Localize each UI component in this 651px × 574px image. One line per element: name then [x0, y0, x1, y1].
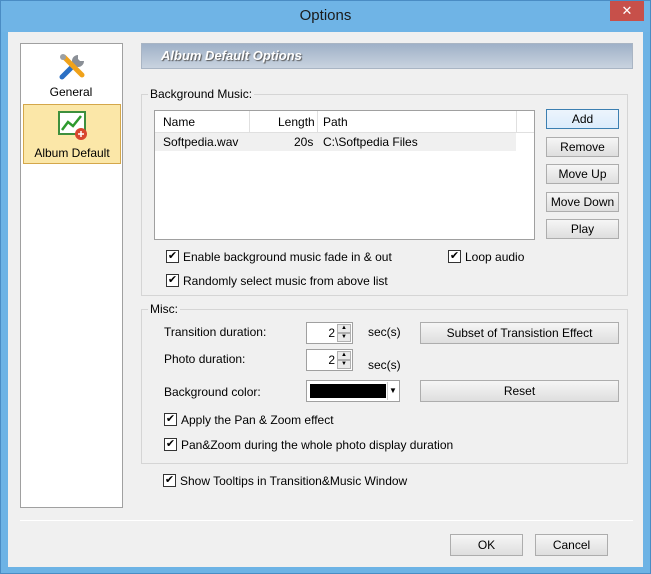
fade-checkbox[interactable]: ✔ Enable background music fade in & out [166, 249, 426, 265]
add-button[interactable]: Add [546, 109, 619, 129]
row-name: Softpedia.wav [163, 135, 239, 149]
column-path[interactable]: Path [323, 115, 348, 129]
stepper-value: 2 [328, 326, 335, 340]
checkbox-box[interactable]: ✔ [164, 438, 177, 451]
row-path: C:\Softpedia Files [323, 135, 418, 149]
background-color-picker[interactable]: ▼ [306, 380, 400, 402]
row-length: 20s [294, 135, 314, 149]
random-music-checkbox[interactable]: ✔ Randomly select music from above list [166, 273, 426, 289]
sidebar-item-label: General [49, 85, 93, 99]
checkbox-label: Apply the Pan & Zoom effect [181, 413, 334, 427]
subset-transition-effect-button[interactable]: Subset of Transistion Effect [420, 322, 619, 344]
spin-up-icon[interactable]: ▲ [337, 351, 351, 360]
spin-down-icon[interactable]: ▼ [337, 333, 351, 342]
sidebar-item-general[interactable]: General [23, 49, 121, 99]
loop-audio-checkbox[interactable]: ✔ Loop audio [448, 249, 538, 265]
close-button[interactable]: ✕ [610, 1, 644, 21]
checkbox-label: Pan&Zoom during the whole photo display … [181, 438, 454, 452]
color-swatch [310, 384, 386, 398]
show-tooltips-checkbox[interactable]: ✔ Show Tooltips in Transition&Music Wind… [163, 473, 463, 489]
pan-zoom-whole-checkbox[interactable]: ✔ Pan&Zoom during the whole photo displa… [164, 437, 464, 453]
pan-zoom-checkbox[interactable]: ✔ Apply the Pan & Zoom effect [164, 412, 424, 428]
column-length[interactable]: Length [278, 115, 315, 129]
photo-duration-stepper[interactable]: 2 ▲ ▼ [306, 349, 353, 371]
group-title: Misc: [148, 302, 180, 316]
move-down-button[interactable]: Move Down [546, 192, 619, 212]
category-sidebar: General Album Default [20, 43, 123, 508]
checkbox-label: Loop audio [465, 250, 525, 264]
checkbox-box[interactable]: ✔ [166, 274, 179, 287]
group-title: Background Music: [148, 87, 255, 101]
title-bar[interactable]: Options ✕ [1, 1, 650, 32]
chart-icon [58, 111, 87, 140]
transition-unit: sec(s) [368, 325, 401, 339]
checkbox-box[interactable]: ✔ [164, 413, 177, 426]
background-color-label: Background color: [164, 385, 261, 399]
checkbox-label: Show Tooltips in Transition&Music Window [180, 474, 408, 488]
stepper-value: 2 [328, 353, 335, 367]
checkbox-box[interactable]: ✔ [448, 250, 461, 263]
chevron-down-icon[interactable]: ▼ [387, 382, 398, 400]
sidebar-item-album-default[interactable]: Album Default [23, 104, 121, 164]
transition-duration-label: Transition duration: [164, 325, 267, 339]
checkbox-box[interactable]: ✔ [166, 250, 179, 263]
dialog-client: General Album Default Album Default Opti… [8, 32, 643, 567]
photo-duration-label: Photo duration: [164, 352, 246, 366]
photo-unit: sec(s) [368, 358, 401, 372]
reset-button[interactable]: Reset [420, 380, 619, 402]
table-row[interactable]: Softpedia.wav 20s C:\Softpedia Files [155, 133, 516, 151]
checkbox-label: Enable background music fade in & out [183, 250, 392, 264]
cancel-button[interactable]: Cancel [535, 534, 608, 556]
section-title: Album Default Options [161, 48, 302, 63]
spin-down-icon[interactable]: ▼ [337, 360, 351, 369]
music-list-header: Name Length Path [155, 111, 534, 133]
spin-up-icon[interactable]: ▲ [337, 324, 351, 333]
tools-icon [59, 54, 85, 80]
music-list[interactable]: Name Length Path Softpedia.wav 20s C:\So… [154, 110, 535, 240]
options-window: Options ✕ General Album Default Album De… [0, 0, 651, 574]
play-button[interactable]: Play [546, 219, 619, 239]
section-header: Album Default Options [141, 43, 633, 69]
checkbox-box[interactable]: ✔ [163, 474, 176, 487]
remove-button[interactable]: Remove [546, 137, 619, 157]
column-name[interactable]: Name [163, 115, 195, 129]
footer-divider [20, 520, 633, 521]
window-title: Options [299, 7, 352, 24]
sidebar-item-label: Album Default [34, 146, 110, 160]
transition-duration-stepper[interactable]: 2 ▲ ▼ [306, 322, 353, 344]
checkbox-label: Randomly select music from above list [183, 274, 388, 288]
move-up-button[interactable]: Move Up [546, 164, 619, 184]
ok-button[interactable]: OK [450, 534, 523, 556]
